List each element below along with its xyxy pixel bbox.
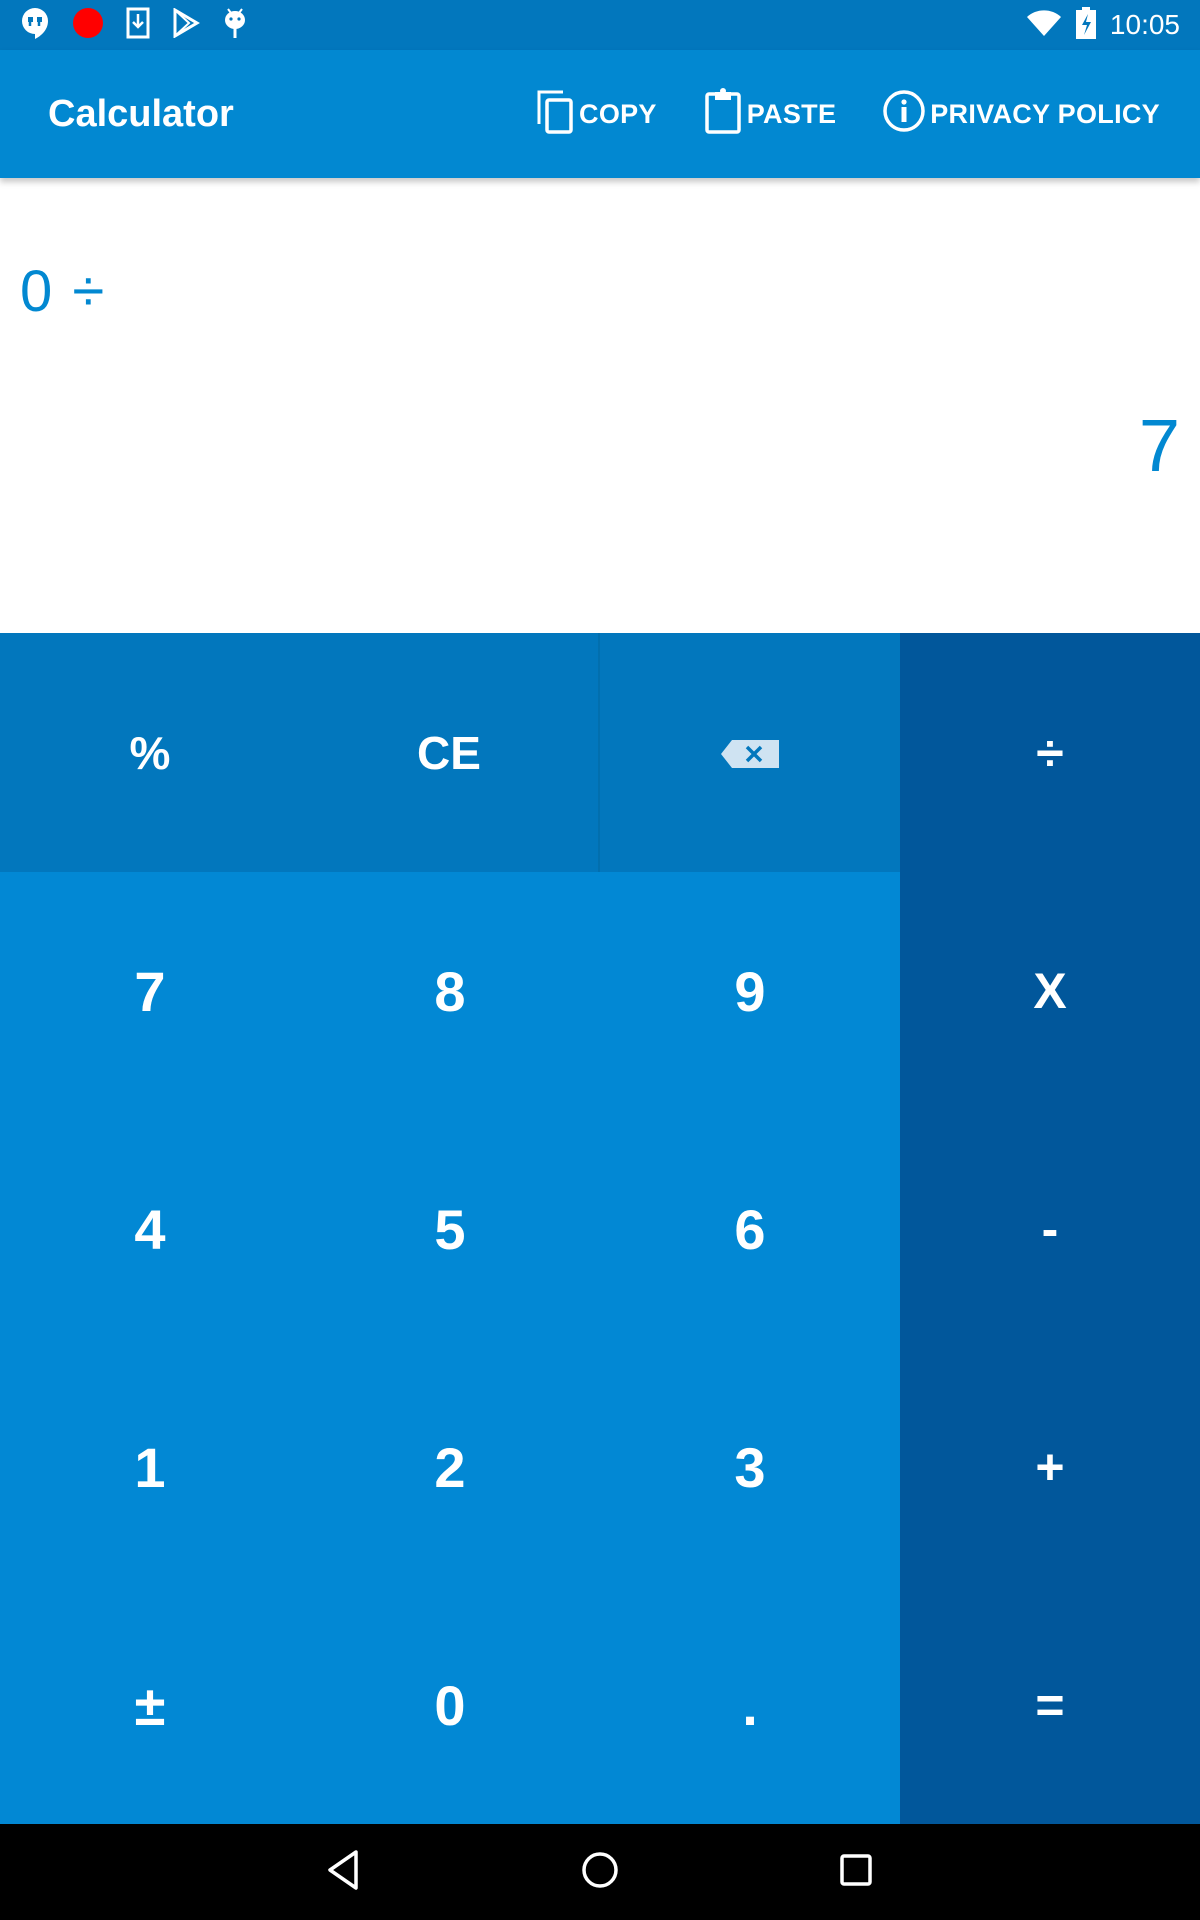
hangouts-icon <box>20 6 50 45</box>
key-5-label: 5 <box>434 1197 466 1261</box>
app-bar-actions: COPY PASTE PRIVACY POLICY <box>535 50 1160 178</box>
recents-button[interactable] <box>832 1848 880 1896</box>
copy-button[interactable]: COPY <box>535 88 657 141</box>
app-bar: Calculator COPY PASTE PRIVACY POLICY <box>0 50 1200 178</box>
copy-icon <box>535 88 575 141</box>
percent-label: % <box>129 726 171 779</box>
key-1[interactable]: 1 <box>0 1348 300 1586</box>
keypad: % CE 7 8 9 4 5 6 1 2 3 ± 0 . ÷ X - + = <box>0 633 1200 1824</box>
wifi-icon <box>1026 9 1062 42</box>
equals-label: = <box>1035 1677 1065 1733</box>
paste-icon <box>703 87 743 141</box>
record-icon <box>72 7 104 44</box>
clock: 10:05 <box>1109 9 1180 40</box>
key-3-label: 3 <box>734 1435 766 1499</box>
info-icon <box>882 89 926 140</box>
divide-key[interactable]: ÷ <box>900 633 1200 872</box>
android-icon <box>222 7 248 44</box>
key-9[interactable]: 9 <box>600 872 900 1110</box>
add-key[interactable]: + <box>900 1348 1200 1586</box>
home-button[interactable] <box>576 1848 624 1896</box>
key-4[interactable]: 4 <box>0 1110 300 1348</box>
percent-key[interactable]: % <box>0 633 300 872</box>
equals-key[interactable]: = <box>900 1586 1200 1824</box>
key-6[interactable]: 6 <box>600 1110 900 1348</box>
clear-entry-label: CE <box>417 726 481 779</box>
key-6-label: 6 <box>734 1197 766 1261</box>
divide-label: ÷ <box>1036 724 1064 781</box>
decimal-label: . <box>742 1673 758 1737</box>
key-1-label: 1 <box>134 1435 166 1499</box>
recents-icon <box>838 1852 874 1893</box>
key-8-label: 8 <box>434 959 466 1023</box>
key-8[interactable]: 8 <box>300 872 600 1110</box>
paste-button[interactable]: PASTE <box>703 87 837 141</box>
paste-label: PASTE <box>746 98 837 129</box>
play-store-icon <box>172 6 200 43</box>
subtract-label: - <box>1041 1201 1059 1257</box>
backspace-key[interactable] <box>600 633 900 872</box>
result-text: 7 <box>1138 404 1180 487</box>
back-button[interactable] <box>320 1848 368 1896</box>
plus-minus-key[interactable]: ± <box>0 1586 300 1824</box>
calculator-display: 0 ÷ 7 <box>0 178 1200 633</box>
decimal-key[interactable]: . <box>600 1586 900 1824</box>
home-icon <box>580 1850 620 1895</box>
key-5[interactable]: 5 <box>300 1110 600 1348</box>
clear-entry-key[interactable]: CE <box>300 633 598 872</box>
copy-label: COPY <box>579 98 657 129</box>
expression-text: 0 ÷ <box>20 259 107 324</box>
plus-minus-label: ± <box>134 1673 166 1737</box>
key-9-label: 9 <box>734 959 766 1023</box>
multiply-label: X <box>1033 963 1067 1019</box>
key-7[interactable]: 7 <box>0 872 300 1110</box>
key-7-label: 7 <box>134 959 166 1023</box>
back-icon <box>324 1849 364 1896</box>
key-0[interactable]: 0 <box>300 1586 600 1824</box>
download-icon <box>126 7 150 44</box>
add-label: + <box>1035 1439 1065 1495</box>
navigation-bar <box>0 1824 1200 1920</box>
key-3[interactable]: 3 <box>600 1348 900 1586</box>
notification-icons <box>20 6 248 45</box>
privacy-policy-button[interactable]: PRIVACY POLICY <box>882 89 1160 140</box>
app-title: Calculator <box>48 93 234 135</box>
privacy-policy-label: PRIVACY POLICY <box>930 98 1160 129</box>
status-bar: 10:05 <box>0 0 1200 50</box>
key-2[interactable]: 2 <box>300 1348 600 1586</box>
battery-charging-icon <box>1075 6 1096 44</box>
multiply-key[interactable]: X <box>900 872 1200 1110</box>
key-4-label: 4 <box>134 1197 166 1261</box>
system-icons: 10:05 <box>1026 6 1180 44</box>
subtract-key[interactable]: - <box>900 1110 1200 1348</box>
key-2-label: 2 <box>434 1435 466 1499</box>
backspace-icon <box>720 726 780 780</box>
key-0-label: 0 <box>434 1673 466 1737</box>
